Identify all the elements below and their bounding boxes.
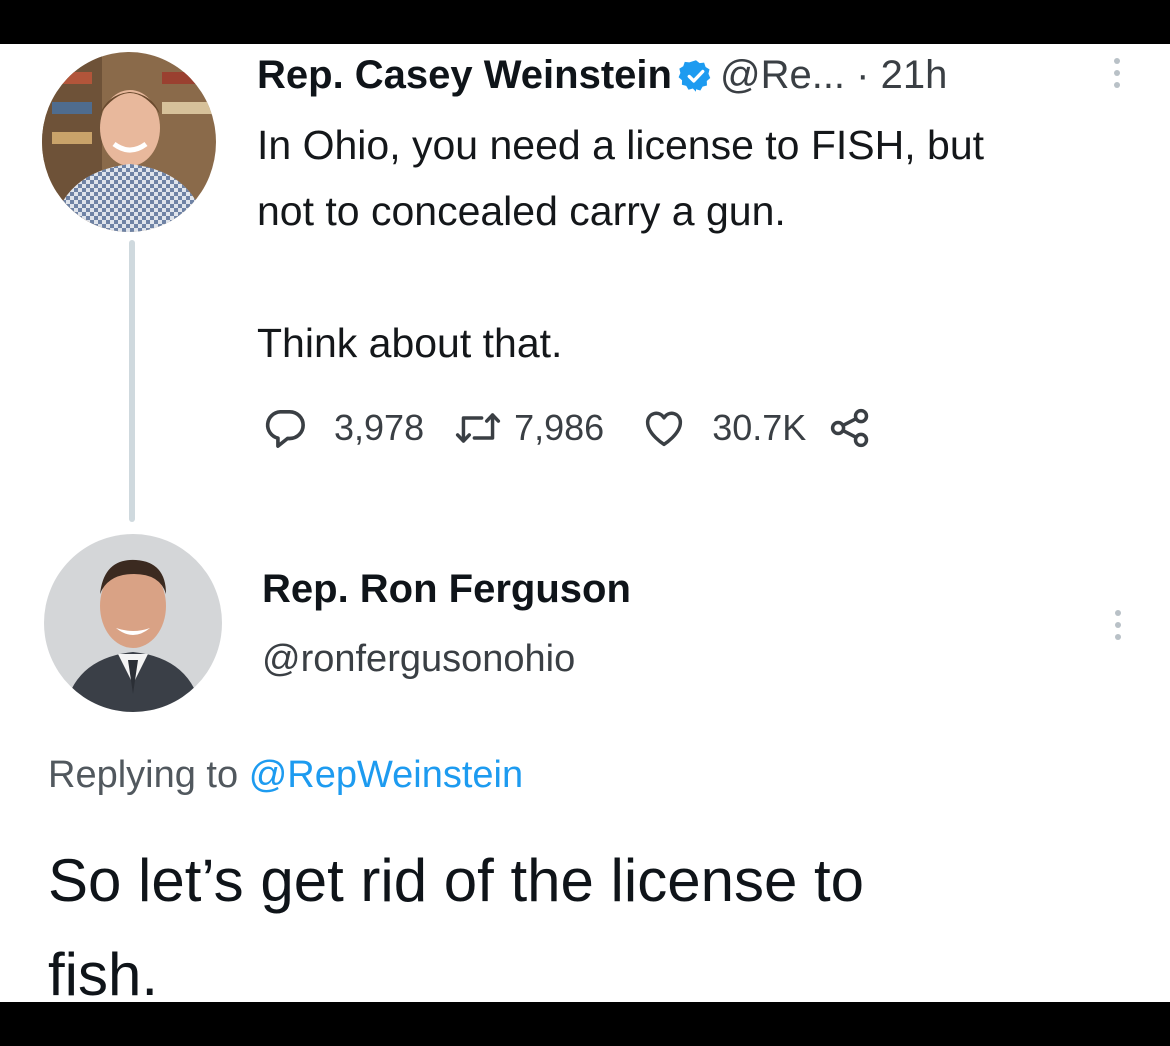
tweet-body: In Ohio, you need a license to FISH, but… — [257, 112, 1137, 376]
author-avatar-weinstein[interactable] — [42, 52, 216, 232]
avatar-image — [42, 52, 216, 232]
author-avatar-ferguson[interactable] — [44, 534, 222, 712]
reply-icon — [265, 409, 305, 448]
retweet-button[interactable]: 7,986 — [454, 407, 604, 449]
reply-author-handle[interactable]: @ronfergusonohio — [262, 635, 575, 683]
tweet-text-paragraph: Think about that. — [257, 320, 563, 366]
tweet-timestamp[interactable]: 21h — [881, 53, 948, 97]
author-name[interactable]: Rep. Casey Weinstein — [257, 53, 672, 97]
tweet-text-line: In Ohio, you need a license to FISH, but — [257, 122, 985, 168]
like-button[interactable]: 30.7K — [642, 407, 806, 449]
share-button[interactable] — [828, 406, 872, 450]
tweet-text-line: not to concealed carry a gun. — [257, 188, 786, 234]
thread-connector-line — [129, 240, 135, 522]
reply-body: So let’s get rid of the license to fish. — [48, 834, 1128, 1022]
more-options-icon[interactable] — [1114, 58, 1122, 88]
replying-to-line: Replying to @RepWeinstein — [48, 751, 523, 799]
replying-to-mention[interactable]: @RepWeinstein — [249, 754, 523, 796]
avatar-image — [44, 534, 222, 712]
separator-dot: · — [856, 53, 870, 97]
verified-badge-icon — [678, 56, 714, 106]
like-count: 30.7K — [712, 407, 807, 448]
reply-count: 3,978 — [334, 407, 425, 448]
heart-icon — [646, 411, 683, 447]
share-icon — [831, 408, 869, 448]
reply-button[interactable]: 3,978 — [262, 407, 424, 449]
reply-text-line: fish. — [48, 941, 159, 1008]
reply-text-line: So let’s get rid of the license to — [48, 847, 865, 914]
more-options-icon[interactable] — [1115, 610, 1123, 640]
tweet-thread: Rep. Casey Weinstein @Re... · 21h In Ohio… — [0, 44, 1170, 1008]
retweet-icon — [456, 413, 501, 443]
replying-to-label: Replying to — [48, 754, 239, 796]
retweet-count: 7,986 — [514, 407, 605, 448]
tweet-actions: 3,978 7,986 30.7K — [262, 404, 872, 452]
tweet-header: Rep. Casey Weinstein @Re... · 21h — [257, 50, 947, 106]
author-handle[interactable]: @Re... — [720, 53, 845, 97]
reply-author-name[interactable]: Rep. Ron Ferguson — [262, 564, 631, 614]
